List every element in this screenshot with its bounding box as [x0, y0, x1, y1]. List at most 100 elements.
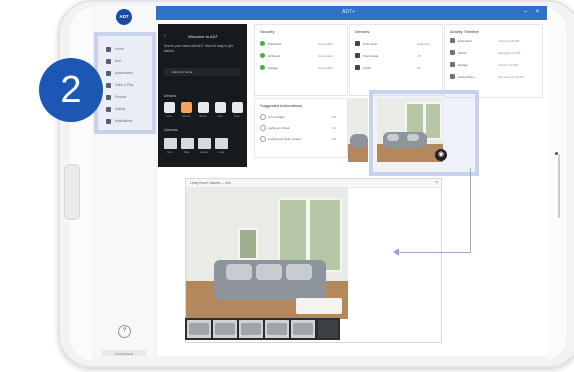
tablet-camera-dot: [555, 152, 558, 155]
sidebar-highlight: [94, 32, 156, 134]
status-row[interactable]: Garage Connected: [260, 65, 342, 71]
clip-preview: [293, 323, 313, 335]
screen-bottom-bar: [92, 356, 547, 362]
camera-tile[interactable]: [181, 102, 192, 113]
row-time: Closed 1:15 PM: [498, 63, 518, 67]
cushion: [226, 264, 252, 280]
row-label: Front Door: [363, 42, 378, 46]
camera-thumb[interactable]: [198, 138, 211, 149]
row-label: Garage: [268, 66, 279, 70]
row-time: Opened 2:42 PM: [498, 39, 520, 43]
clip-preview: [189, 323, 209, 335]
more-clips-button[interactable]: [318, 320, 338, 338]
room-window: [424, 102, 442, 140]
connector-line: [470, 168, 471, 253]
add-home-field[interactable]: Add your home: [164, 68, 240, 76]
activity-row[interactable]: Garage Closed 1:15 PM: [450, 62, 538, 68]
row-label: Lock Doors when Armed: [268, 137, 301, 141]
status-row[interactable]: Disarmed Connected: [260, 41, 342, 47]
door-tile[interactable]: [232, 102, 243, 113]
camera-thumb[interactable]: [215, 138, 228, 149]
camera-icon: [450, 74, 455, 79]
door-icon: [450, 38, 455, 43]
close-icon[interactable]: ×: [534, 9, 541, 16]
connector-line: [398, 252, 471, 253]
sensor-tile[interactable]: [198, 102, 209, 113]
device-row[interactable]: Thermostat 72°: [355, 53, 437, 59]
row-value: On: [332, 126, 337, 130]
row-time: Detected 2:31 PM: [498, 51, 521, 55]
devices-row-title: Devices: [164, 94, 177, 98]
card-title: Devices: [355, 29, 370, 34]
radio-icon: [260, 136, 266, 142]
arrow-head-icon: [393, 248, 399, 256]
close-icon[interactable]: ×: [435, 179, 438, 187]
status-dot-icon: [260, 41, 265, 46]
devices-card: Devices Front Door Unlocked Thermostat 7…: [349, 24, 443, 96]
tile-label: Sensor: [199, 115, 207, 118]
top-bar: ADT+ – ×: [156, 6, 547, 20]
status-dot-icon: [260, 53, 265, 58]
automation-row[interactable]: Arm at Night Off: [260, 114, 342, 120]
status-dot-icon: [260, 65, 265, 70]
activity-row[interactable]: Living Room Clip saved 12:04 PM: [450, 74, 538, 80]
light-tile[interactable]: [215, 102, 226, 113]
automation-row[interactable]: Lock Doors when Armed Off: [260, 136, 342, 142]
row-label: Lights: [363, 66, 372, 70]
help-button[interactable]: ?: [118, 325, 131, 338]
adt-logo: ADT: [116, 9, 132, 25]
tile-label: Lock: [166, 115, 172, 118]
camera-thumb[interactable]: [164, 138, 177, 149]
clip-thumbnail[interactable]: [239, 320, 263, 338]
row-label: Lights on Arrival: [268, 126, 290, 130]
lock-tile[interactable]: [164, 102, 175, 113]
device-row[interactable]: Front Door Unlocked: [355, 41, 437, 47]
row-value: Connected: [318, 66, 333, 70]
row-label: All Doors: [268, 54, 281, 58]
cushion: [407, 134, 419, 141]
clip-thumbnail[interactable]: [291, 320, 315, 338]
camera-thumb[interactable]: [181, 138, 194, 149]
thumb-label: Back: [184, 151, 190, 154]
viewer-title: Living Room Camera — Live: [190, 181, 231, 185]
radio-icon: [260, 125, 266, 131]
activity-row[interactable]: Motion Detected 2:31 PM: [450, 50, 538, 56]
row-value: Off: [332, 115, 336, 119]
row-value: Unlocked: [417, 42, 430, 46]
tile-label: Door: [234, 115, 240, 118]
activity-card: Activity Timeline Front Door Opened 2:42…: [444, 24, 543, 98]
clip-thumbnail[interactable]: [187, 320, 211, 338]
garage-icon: [450, 62, 455, 67]
radio-icon: [260, 114, 266, 120]
device-row[interactable]: Lights On: [355, 65, 437, 71]
row-label: Living Room: [458, 75, 475, 79]
sofa: [350, 134, 368, 148]
minimize-icon[interactable]: –: [522, 9, 529, 16]
camera-icon[interactable]: ◉: [435, 149, 447, 161]
welcome-panel: ‹ Welcome to ADT Secure your home with A…: [158, 24, 247, 167]
light-icon: [355, 65, 360, 70]
clip-preview: [215, 323, 235, 335]
clip-thumbnail[interactable]: [265, 320, 289, 338]
live-camera-image[interactable]: [186, 188, 348, 319]
status-row[interactable]: All Doors Connected: [260, 53, 342, 59]
camera-snapshot-partial[interactable]: [348, 98, 368, 162]
clip-preview: [241, 323, 261, 335]
camera-snapshot[interactable]: [377, 98, 443, 162]
security-card: Security Disarmed Connected All Doors Co…: [254, 24, 348, 96]
row-label: Disarmed: [268, 42, 281, 46]
row-value: 72°: [417, 54, 422, 58]
row-label: Motion: [458, 51, 468, 55]
automation-row[interactable]: Lights on Arrival On: [260, 125, 342, 131]
card-title: Security: [260, 29, 275, 34]
activity-row[interactable]: Front Door Opened 2:42 PM: [450, 38, 538, 44]
clip-thumbnail[interactable]: [213, 320, 237, 338]
row-value: On: [417, 66, 422, 70]
row-label: Thermostat: [363, 54, 379, 58]
row-label: Arm at Night: [268, 115, 285, 119]
back-arrow-icon[interactable]: ‹: [164, 33, 166, 39]
row-value: Off: [332, 137, 336, 141]
motion-icon: [450, 50, 455, 55]
automation-card: Suggested Automations Arm at Night Off L…: [254, 98, 348, 158]
thumbnail-strip: [185, 318, 340, 340]
